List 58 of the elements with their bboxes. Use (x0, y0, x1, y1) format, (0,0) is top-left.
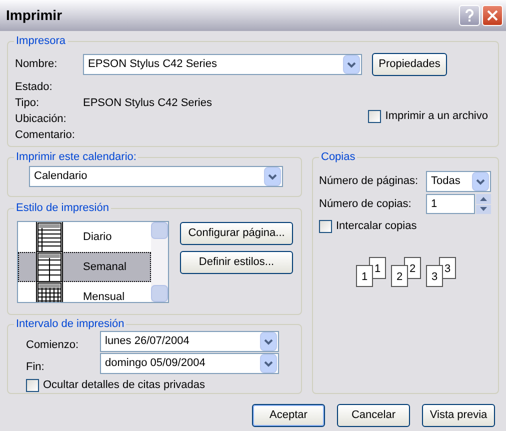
group-title: Intervalo de impresión (14, 317, 126, 331)
field-value: EPSON Stylus C42 Series (83, 96, 212, 111)
window-title: Imprimir (6, 6, 62, 25)
checkbox-label: Intercalar copias (336, 219, 417, 234)
checkbox[interactable] (26, 378, 39, 392)
up-arrow-icon (480, 196, 487, 201)
field-label: Comienzo: (26, 338, 80, 354)
dropdown-arrow-button[interactable] (343, 55, 360, 74)
dropdown-arrow-button[interactable] (260, 354, 277, 373)
field-label: Número de copias: (319, 196, 412, 212)
checkbox-label: Ocultar detalles de citas privadas (43, 378, 206, 393)
close-icon (487, 10, 498, 21)
group-title: Estilo de impresión (14, 201, 111, 215)
field-label: Fin: (26, 360, 46, 376)
group-title: Imprimir este calendario: (14, 150, 138, 164)
dropdown-field[interactable]: lunes 26/07/2004 (100, 331, 279, 352)
dialog-button[interactable]: Aceptar (252, 404, 325, 427)
help-button[interactable] (459, 5, 480, 26)
page-sheet: 3 (426, 264, 443, 286)
copies-input[interactable]: 1 (426, 194, 475, 214)
field-label: Ubicación: (15, 112, 68, 127)
dialog-button[interactable]: Vista previa (422, 404, 495, 427)
style-list-item[interactable]: Mensual (18, 282, 151, 302)
field-label: Número de páginas: (319, 174, 420, 190)
page-sheet: 2 (391, 264, 408, 286)
field-label: Estado: (15, 80, 54, 95)
chevron-down-icon (268, 174, 277, 180)
checkbox[interactable] (368, 110, 382, 123)
dialog-button[interactable]: Definir estilos... (180, 251, 293, 274)
chevron-down-icon (347, 62, 356, 68)
question-mark-icon (465, 9, 474, 22)
scrollbar[interactable] (151, 222, 168, 302)
chevron-down-icon (264, 360, 273, 366)
chevron-down-icon (264, 338, 273, 344)
group-title: Impresora (14, 34, 68, 48)
close-button[interactable] (482, 5, 503, 26)
page-sheet: 1 (356, 264, 373, 286)
style-list-item[interactable]: Semanal (18, 252, 151, 282)
dropdown-arrow-button[interactable] (472, 172, 489, 191)
dropdown-field[interactable]: Todas (426, 171, 491, 192)
dropdown-arrow-button[interactable] (260, 332, 277, 351)
dialog-button[interactable]: Configurar página... (180, 222, 293, 245)
dropdown-arrow-button[interactable] (264, 167, 281, 186)
dialog-button[interactable]: Cancelar (337, 404, 410, 427)
field-label: Tipo: (15, 96, 40, 111)
dialog-button[interactable]: Propiedades (372, 53, 447, 76)
down-arrow-icon (480, 207, 487, 212)
checkbox-label: Imprimir a un archivo (385, 109, 488, 124)
dropdown-field[interactable]: domingo 05/09/2004 (100, 353, 279, 374)
group-title: Copias (319, 150, 358, 164)
chevron-down-icon (476, 178, 485, 184)
field-label: Comentario: (15, 128, 76, 143)
dropdown-field[interactable]: EPSON Stylus C42 Series (83, 54, 362, 75)
spin-buttons[interactable] (476, 194, 491, 214)
dropdown-field[interactable]: Calendario (29, 166, 283, 187)
style-list-item[interactable]: Diario (18, 222, 151, 252)
checkbox[interactable] (319, 220, 332, 233)
field-label: Nombre: (15, 57, 58, 72)
